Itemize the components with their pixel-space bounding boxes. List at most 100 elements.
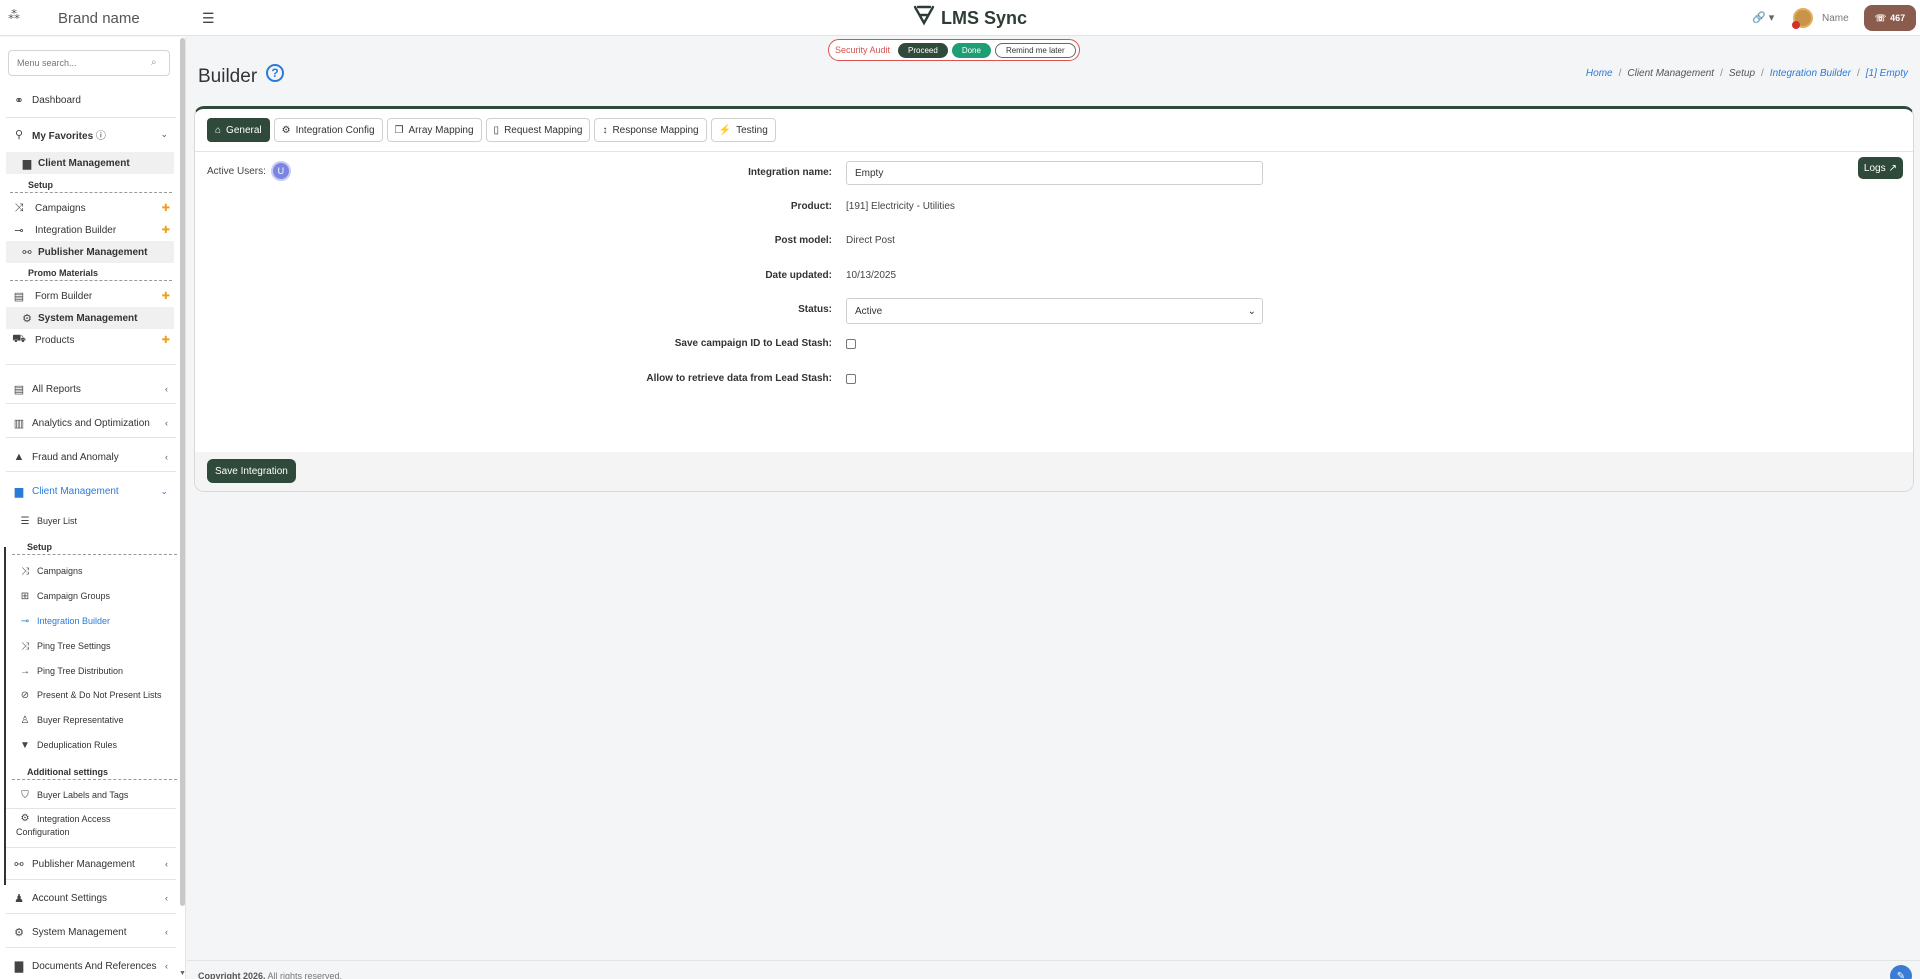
sub-buyer-representative[interactable]: ♙ Buyer Representative [4,709,180,731]
chevron-left-icon: ‹ [165,859,168,869]
fav-client-management[interactable]: ▆ Client Management [6,152,174,174]
pin-icon[interactable]: ✚ [162,291,170,302]
fav-integration-builder[interactable]: ⊸ Integration Builder ✚ [0,219,180,241]
sidebar-item-favorites[interactable]: ⚲ My Favorites ⓘ ⌄ [0,123,180,145]
sub-campaign-groups[interactable]: ⊞ Campaign Groups [4,585,180,607]
fav-form-builder[interactable]: ▤ Form Builder ✚ [0,285,180,307]
help-icon[interactable]: ? [266,64,284,82]
tab-response-mapping[interactable]: ↕ Response Mapping [594,118,707,142]
tab-label: Testing [736,124,768,136]
user-name[interactable]: Name [1822,13,1849,24]
sidebar-item-account-settings[interactable]: ♟ Account Settings ‹ [0,887,180,909]
sub-buyer-labels-tags[interactable]: ⛉ Buyer Labels and Tags [4,784,180,806]
tab-array-mapping[interactable]: ❐ Array Mapping [386,118,482,142]
sub-ping-tree-distribution[interactable]: → Ping Tree Distribution [4,660,180,682]
sidebar-item-dashboard[interactable]: ⚭ Dashboard [0,89,180,111]
divider [6,879,176,880]
gears-icon: ⚙ [281,124,291,136]
support-button[interactable]: ☏ 467 [1864,5,1916,31]
link-dropdown-icon[interactable]: 🔗 ▾ [1752,11,1774,24]
product-label: Product: [790,201,832,212]
sidebar-item-publisher-management[interactable]: ⚯ Publisher Management ‹ [0,853,180,875]
breadcrumb-separator: / [1761,68,1764,79]
fav-products[interactable]: ⛟ Products ✚ [0,329,180,351]
tab-general[interactable]: ⌂ General [207,118,270,142]
sub-integration-builder[interactable]: ⊸ Integration Builder [4,610,180,632]
warning-icon: ▲ [13,451,25,463]
sidebar-item-fraud[interactable]: ▲ Fraud and Anomaly ‹ [0,446,180,468]
breadcrumb-integration-builder[interactable]: Integration Builder [1770,68,1851,79]
plug-icon: ⚡ [718,124,732,136]
fav-setup-header: Setup [28,180,54,190]
fav-system-management[interactable]: ⚙ System Management [6,307,174,329]
allow-retrieve-checkbox[interactable] [846,374,856,384]
sidebar-item-label: My Favorites ⓘ [32,127,106,142]
sidebar-item-label: Integration Builder [37,616,111,626]
logs-button[interactable]: Logs ↗ [1857,157,1903,179]
tab-label: General [226,124,262,136]
tab-request-mapping[interactable]: ▯ Request Mapping [485,118,591,142]
pin-icon[interactable]: ✚ [162,335,170,346]
active-users: Active Users: U [207,161,291,181]
sub-integration-access[interactable]: ⚙ Integration Access Configuration [4,810,180,844]
divider [6,403,176,404]
sidebar-item-analytics[interactable]: ▥ Analytics and Optimization ‹ [0,412,180,434]
done-button[interactable]: Done [951,42,991,58]
sub-ping-tree-settings[interactable]: ⤨ Ping Tree Settings [4,635,180,657]
handshake-icon: ⚯ [22,246,32,259]
menu-search-input[interactable] [8,50,170,76]
sidebar-item-client-management[interactable]: ▆ Client Management ⌄ [0,480,180,502]
sidebar-item-label: Integration Access [37,814,111,824]
sidebar-item-label: Buyer Representative [37,715,124,725]
fav-campaigns[interactable]: ⤨ Campaigns ✚ [0,197,180,219]
copyright: Copyright 2026. All rights reserved. [198,971,342,979]
user-avatar[interactable] [1792,8,1813,29]
integration-name-input[interactable] [846,161,1263,185]
breadcrumb-current[interactable]: [1] Empty [1866,68,1908,79]
scroll-down-arrow-icon[interactable]: ▼ [179,970,186,977]
remind-later-button[interactable]: Remind me later [994,42,1076,58]
top-bar: ⁂ Brand name ☰ LMS Sync 🔗 ▾ Name ☏ 467 [0,0,1920,36]
fav-publisher-management[interactable]: ⚯ Publisher Management [6,241,174,263]
sidebar-item-all-reports[interactable]: ▤ All Reports ‹ [0,378,180,400]
footer-divider [187,960,1920,961]
product-value: [191] Electricity - Utilities [846,201,955,212]
pin-icon[interactable]: ✚ [162,203,170,214]
sub-deduplication-rules[interactable]: ▼ Deduplication Rules [4,734,180,756]
chevron-left-icon: ‹ [165,927,168,937]
breadcrumb-home[interactable]: Home [1586,68,1613,79]
question-icon: ⓘ [95,130,106,142]
proceed-button[interactable]: Proceed [898,42,948,58]
sidebar-item-system-management[interactable]: ⚙ System Management ‹ [0,921,180,943]
active-user-avatar[interactable]: U [270,161,291,181]
support-count: 467 [1890,13,1906,23]
sidebar-item-label: Documents And References [32,960,157,972]
pin-icon[interactable]: ✚ [162,225,170,236]
tab-label: Integration Config [295,124,375,136]
link-icon: ⚭ [14,94,24,107]
tab-integration-config[interactable]: ⚙ Integration Config [273,118,383,142]
sidebar-scrollbar[interactable] [180,38,185,906]
chevron-left-icon: ‹ [165,418,168,428]
status-label: Status: [798,304,832,315]
chat-widget-icon[interactable]: ✎ [1890,965,1912,979]
status-select[interactable]: Active ⌄ [846,298,1263,324]
chevron-down-icon: ⌄ [160,485,168,496]
sub-present-lists[interactable]: ⊘ Present & Do Not Present Lists [4,684,180,706]
sidebar-item-documents[interactable]: ▇ Documents And References ‹ [0,955,180,977]
save-campaign-id-checkbox[interactable] [846,339,856,349]
user-icon: ♙ [20,714,30,726]
tab-label: Array Mapping [408,124,474,136]
filter-icon: ▼ [20,739,30,751]
sidebar-item-label: System Management [32,926,127,938]
save-integration-button[interactable]: Save Integration [207,459,296,483]
plug-icon: ⊸ [20,615,30,627]
sub-buyer-list[interactable]: ☰ Buyer List [4,510,180,532]
shuffle-icon: ⤨ [21,565,29,577]
briefcase-icon: ▆ [14,485,24,498]
book-icon: ▇ [14,960,24,973]
sub-campaigns[interactable]: ⤨ Campaigns [4,560,180,582]
hamburger-menu-icon[interactable]: ☰ [202,10,215,27]
tab-testing[interactable]: ⚡ Testing [710,118,776,142]
chevron-left-icon: ‹ [165,452,168,462]
